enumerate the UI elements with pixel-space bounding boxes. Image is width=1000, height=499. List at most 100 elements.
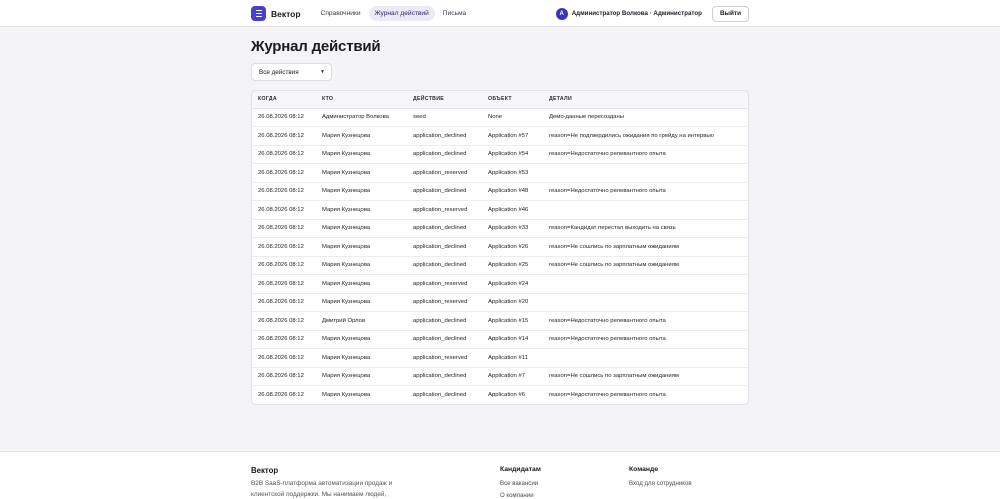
cell-when: 26.08.2026 08:12: [252, 126, 316, 146]
table-row: 26.08.2026 08:12 Мария Кузнецова applicati…: [252, 219, 748, 238]
table-row: 26.08.2026 08:12 Мария Кузнецова applicati…: [252, 182, 748, 201]
cell-who: Мария Кузнецова: [316, 219, 407, 238]
cell-action: application_declined: [407, 311, 482, 331]
menu-icon[interactable]: [251, 6, 266, 21]
cell-object: Application #20: [482, 293, 543, 312]
avatar: А: [555, 7, 568, 20]
table-row: 26.08.2026 08:12 Мария Кузнецова applicati…: [252, 348, 748, 368]
table-row: 26.08.2026 08:12 Мария Кузнецова applicati…: [252, 330, 748, 349]
cell-action: application_declined: [407, 367, 482, 386]
footer-description: B2B SaaS-платформа автоматизации продаж …: [251, 480, 393, 498]
cell-details: reason=Недостаточно релевантного опыта: [543, 145, 748, 164]
cell-object: Application #33: [482, 219, 543, 238]
table-header-row: Когда Кто Действие Объект Детали: [252, 91, 748, 109]
user-info: А Администратор Волкова · Администратор: [555, 7, 702, 20]
cell-details: reason=Не сошлись по зарплатным ожидания…: [543, 256, 748, 275]
cell-who: Мария Кузнецова: [316, 256, 407, 275]
cell-when: 26.08.2026 08:12: [252, 293, 316, 312]
cell-who: Мария Кузнецова: [316, 126, 407, 146]
page-title: Журнал действий: [251, 38, 381, 55]
cell-who: Мария Кузнецова: [316, 348, 407, 368]
cell-when: 26.08.2026 08:12: [252, 145, 316, 164]
cell-when: 26.08.2026 08:12: [252, 182, 316, 201]
cell-who: Мария Кузнецова: [316, 163, 407, 183]
cell-who: Мария Кузнецова: [316, 274, 407, 294]
cell-when: 26.08.2026 08:12: [258, 392, 304, 398]
user-label: Администратор Волкова · Администратор: [571, 10, 702, 17]
cell-when: 26.08.2026 08:12: [252, 200, 316, 220]
cell-object: Application #15: [482, 311, 543, 331]
cell-details: reason=Кандидат перестал выходить на свя…: [543, 219, 748, 238]
cell-action: application_declined: [407, 330, 482, 349]
table-row: 26.08.2026 08:12 Мария Кузнецова applicati…: [252, 200, 748, 220]
cell-who: Мария Кузнецова: [316, 330, 407, 349]
cell-action: application_reserved: [407, 200, 482, 220]
table-body: 26.08.2026 08:12 Администратор Волкова see…: [252, 108, 748, 404]
cell-when: 26.08.2026 08:12: [252, 108, 316, 127]
brand-name[interactable]: Вектор: [271, 9, 301, 19]
nav-item-letters[interactable]: Письма: [437, 6, 472, 21]
cell-when: 26.08.2026 08:12: [252, 274, 316, 294]
table-row: 26.08.2026 08:12 Мария Кузнецова applicati…: [252, 163, 748, 183]
cell-when: 26.08.2026 08:12: [252, 311, 316, 331]
cell-action: application_reserved: [407, 274, 482, 294]
cell-object: Application #25: [482, 256, 543, 275]
cell-object: Application #14: [482, 330, 543, 349]
cell-object: Application #7: [482, 367, 543, 386]
table-row: 26.08.2026 08:12 Мария Кузнецова applicati…: [252, 145, 748, 164]
footer-link-vacancies[interactable]: Все вакансии: [500, 478, 541, 490]
cell-details: Демо-данные пересозданы: [543, 108, 748, 127]
footer-link-about[interactable]: О компании: [500, 490, 541, 499]
cell-when: 26.08.2026 08:12: [252, 163, 316, 183]
column-header-action: Действие: [407, 91, 482, 109]
footer-link-staff-login[interactable]: Вход для сотрудников: [629, 478, 692, 490]
footer-candidates-column: Кандидатам Все вакансии О компании: [500, 466, 541, 499]
cell-action: application_reserved: [407, 348, 482, 368]
cell-who: Мария Кузнецова: [316, 367, 407, 386]
cell-details: [543, 163, 748, 183]
cell-who: Мария Кузнецова: [316, 200, 407, 220]
cell-details: reason=Недостаточно релевантного опыта: [543, 330, 748, 349]
action-filter-select[interactable]: Все действия ▼: [251, 63, 332, 81]
cell-object: Application #54: [482, 145, 543, 164]
cell-object: Application #48: [482, 182, 543, 201]
cell-action: application_declined: [407, 126, 482, 146]
cell-object: Application #26: [482, 237, 543, 257]
footer: Вектор B2B SaaS-платформа автоматизации …: [0, 451, 1000, 499]
cell-who: Мария Кузнецова: [322, 392, 371, 398]
cell-action: application_declined: [407, 145, 482, 164]
footer-candidates-title: Кандидатам: [500, 466, 541, 473]
cell-when: 26.08.2026 08:12: [252, 256, 316, 275]
cell-when: 26.08.2026 08:12: [252, 348, 316, 368]
logout-button[interactable]: Выйти: [711, 5, 749, 22]
cell-action: application_declined: [407, 219, 482, 238]
chevron-down-icon: ▼: [320, 69, 325, 75]
nav-item-references[interactable]: Справочники: [315, 6, 367, 21]
cell-details: reason=Недостаточно релевантного опыта: [543, 182, 748, 201]
cell-details: [543, 293, 748, 312]
cell-details: reason=Не подтвердились ожидания по грей…: [543, 126, 748, 146]
cell-details: reason=Не сошлись по зарплатным ожидания…: [543, 367, 748, 386]
table-row: 26.08.2026 08:12 Мария Кузнецова applicati…: [252, 274, 748, 294]
cell-who: Мария Кузнецова: [316, 237, 407, 257]
cell-details: [543, 348, 748, 368]
cell-object: None: [482, 108, 543, 127]
footer-team-column: Команде Вход для сотрудников: [629, 466, 692, 490]
cell-details: reason=Не сошлись по зарплатным ожидания…: [543, 237, 748, 257]
cell-action: application_reserved: [407, 293, 482, 312]
cell-object: Application #57: [482, 126, 543, 146]
footer-content: Вектор B2B SaaS-платформа автоматизации …: [251, 466, 751, 499]
cell-object: Application #46: [482, 200, 543, 220]
cell-object: Application #6: [488, 392, 526, 398]
cell-details: reason=Недостаточно релевантного опыта: [549, 392, 666, 398]
nav-item-activity-log[interactable]: Журнал действий: [368, 6, 435, 21]
column-header-details: Детали: [543, 91, 748, 109]
table-row: 26.08.2026 08:12 Дмитрий Орлов application…: [252, 311, 748, 331]
cell-when: 26.08.2026 08:12: [252, 330, 316, 349]
cell-who: Дмитрий Орлов: [316, 311, 407, 331]
table-row: 26.08.2026 08:12 Мария Кузнецова applicati…: [252, 386, 748, 405]
top-navbar: Вектор Справочники Журнал действий Письм…: [0, 0, 1000, 27]
cell-details: [543, 274, 748, 294]
table-row: 26.08.2026 08:12 Мария Кузнецова applicati…: [252, 367, 748, 386]
cell-details: reason=Недостаточно релевантного опыта: [543, 311, 748, 331]
